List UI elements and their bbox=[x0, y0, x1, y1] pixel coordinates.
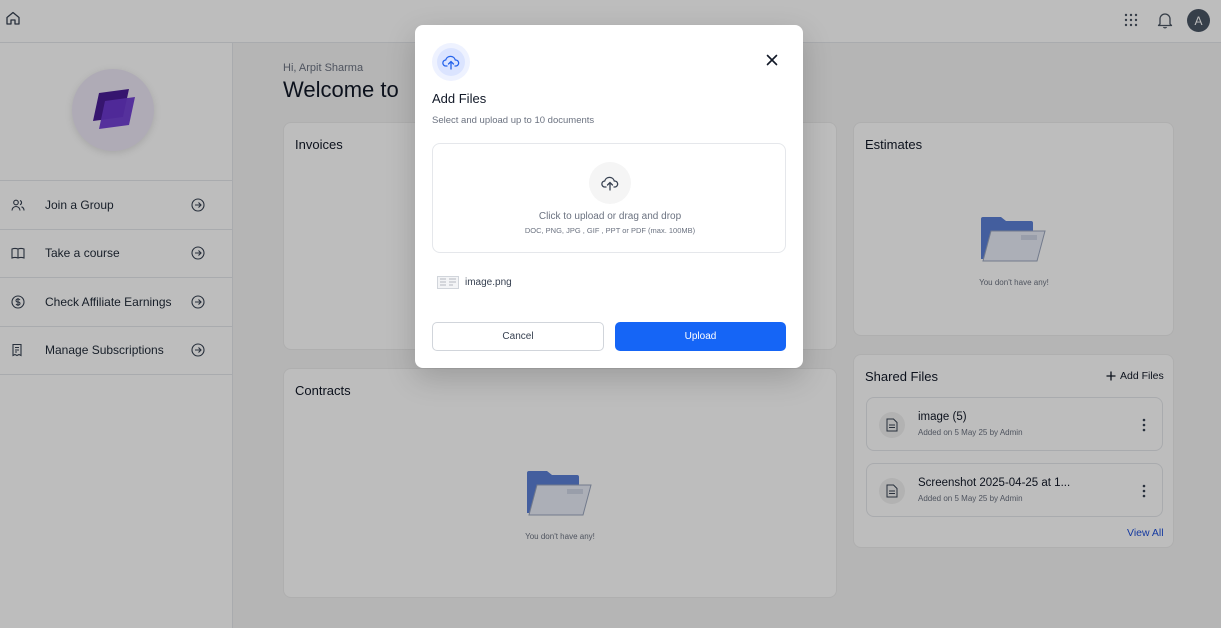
attached-file-name: image.png bbox=[465, 277, 512, 288]
upload-cloud-icon bbox=[442, 55, 460, 70]
upload-cloud-badge bbox=[432, 43, 470, 81]
close-icon[interactable] bbox=[766, 54, 778, 66]
upload-cloud-icon bbox=[601, 176, 619, 191]
file-dropzone[interactable]: Click to upload or drag and drop DOC, PN… bbox=[432, 143, 786, 253]
modal-title: Add Files bbox=[432, 91, 487, 106]
upload-button[interactable]: Upload bbox=[615, 322, 786, 351]
dropzone-file-types: DOC, PNG, JPG , GIF , PPT or PDF (max. 1… bbox=[524, 226, 696, 235]
upload-cloud-badge bbox=[589, 162, 631, 204]
modal-subtitle: Select and upload up to 10 documents bbox=[432, 115, 595, 126]
dropzone-instruction: Click to upload or drag and drop bbox=[538, 211, 682, 222]
image-thumbnail-icon bbox=[437, 276, 459, 289]
cancel-button[interactable]: Cancel bbox=[432, 322, 604, 351]
add-files-modal: Add Files Select and upload up to 10 doc… bbox=[415, 25, 803, 368]
